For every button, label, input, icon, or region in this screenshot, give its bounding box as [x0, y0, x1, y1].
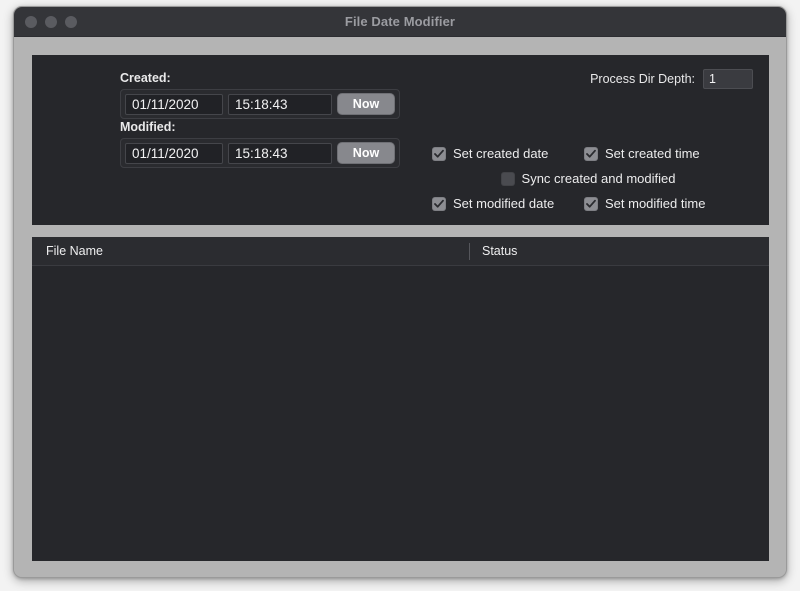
modified-label: Modified: — [120, 120, 400, 134]
checkbox-checked-icon — [432, 197, 446, 211]
window-body: Created: Now Modified: Now — [14, 37, 786, 577]
maximize-window-icon[interactable] — [65, 16, 77, 28]
close-window-icon[interactable] — [25, 16, 37, 28]
modified-checkbox-row: Set modified date Set modified time — [432, 191, 762, 216]
sync-checkbox-row: Sync created and modified — [432, 166, 762, 191]
modified-date-input[interactable] — [125, 143, 223, 164]
created-label: Created: — [120, 71, 400, 85]
process-dir-depth-input[interactable] — [703, 69, 753, 89]
checkbox-set-created-time[interactable]: Set created time — [584, 146, 700, 161]
checkbox-checked-icon — [584, 197, 598, 211]
modified-field-group: Modified: Now — [120, 120, 400, 168]
title-bar: File Date Modifier — [14, 7, 786, 37]
date-time-checkbox-group: Set created date Set created time — [432, 141, 762, 216]
column-header-status[interactable]: Status — [470, 244, 769, 258]
file-list-panel: File Name Status — [32, 237, 769, 561]
checkbox-sync-created-and-modified[interactable]: Sync created and modified — [501, 171, 676, 186]
created-field-group: Created: Now — [120, 71, 400, 119]
checkmark-icon — [434, 199, 444, 209]
modified-field-row: Now — [120, 138, 400, 168]
checkbox-label: Set modified date — [453, 196, 554, 211]
checkbox-unchecked-icon — [501, 172, 515, 186]
checkmark-icon — [586, 149, 596, 159]
created-now-button[interactable]: Now — [337, 93, 395, 115]
created-field-row: Now — [120, 89, 400, 119]
checkbox-label: Sync created and modified — [522, 171, 676, 186]
checkmark-icon — [586, 199, 596, 209]
application-window: File Date Modifier Created: Now Modified… — [13, 6, 787, 578]
modified-time-input[interactable] — [228, 143, 332, 164]
checkbox-label: Set created date — [453, 146, 548, 161]
checkmark-icon — [434, 149, 444, 159]
created-checkbox-row: Set created date Set created time — [432, 141, 762, 166]
checkbox-label: Set created time — [605, 146, 700, 161]
checkbox-label: Set modified time — [605, 196, 705, 211]
process-dir-depth-group: Process Dir Depth: — [590, 69, 753, 89]
checkbox-checked-icon — [432, 147, 446, 161]
file-list-header: File Name Status — [32, 237, 769, 266]
window-title: File Date Modifier — [14, 14, 786, 29]
created-time-input[interactable] — [228, 94, 332, 115]
checkbox-checked-icon — [584, 147, 598, 161]
traffic-light-group — [25, 7, 77, 36]
created-date-input[interactable] — [125, 94, 223, 115]
process-dir-depth-label: Process Dir Depth: — [590, 72, 695, 86]
checkbox-set-modified-date[interactable]: Set modified date — [432, 196, 584, 211]
checkbox-set-modified-time[interactable]: Set modified time — [584, 196, 705, 211]
column-header-file-name[interactable]: File Name — [32, 244, 469, 258]
app-root: File Date Modifier Created: Now Modified… — [0, 0, 800, 591]
checkbox-set-created-date[interactable]: Set created date — [432, 146, 584, 161]
modified-now-button[interactable]: Now — [337, 142, 395, 164]
minimize-window-icon[interactable] — [45, 16, 57, 28]
file-list-body[interactable] — [32, 266, 769, 561]
options-panel: Created: Now Modified: Now — [32, 55, 769, 225]
